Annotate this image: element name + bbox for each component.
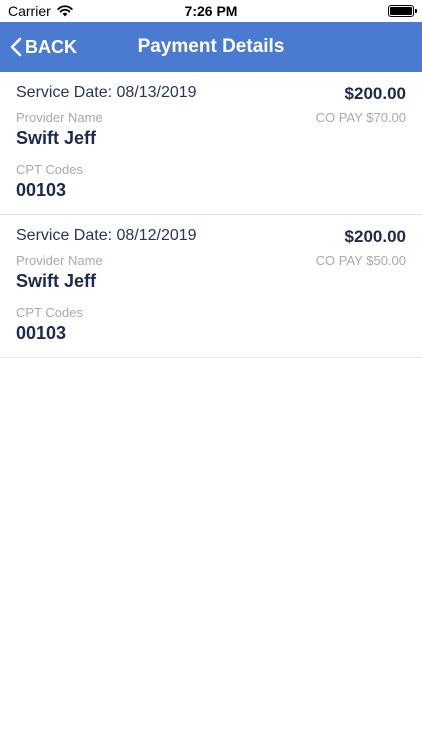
copay-amount: CO PAY $50.00 (315, 253, 406, 268)
status-time: 7:26 PM (184, 3, 238, 19)
copay-amount: CO PAY $70.00 (315, 110, 406, 125)
status-bar: Carrier 7:26 PM (0, 0, 422, 22)
back-button[interactable]: BACK (10, 22, 77, 72)
cpt-codes-label: CPT Codes (16, 162, 83, 177)
cpt-code: 00103 (16, 323, 67, 343)
payment-list: Service Date: 08/13/2019 $200.00 Provide… (0, 72, 422, 358)
nav-bar: BACK Payment Details (0, 22, 422, 72)
battery-icon (388, 5, 417, 17)
provider-name-label: Provider Name (16, 110, 103, 125)
service-date: Service Date: 08/12/2019 (16, 227, 197, 244)
cpt-codes-label: CPT Codes (16, 305, 83, 320)
chevron-left-icon (10, 37, 22, 57)
provider-name-label: Provider Name (16, 253, 103, 268)
provider-name: Swift Jeff (16, 128, 97, 148)
back-label: BACK (25, 36, 77, 57)
payment-card[interactable]: Service Date: 08/12/2019 $200.00 Provide… (0, 215, 422, 358)
payment-card[interactable]: Service Date: 08/13/2019 $200.00 Provide… (0, 72, 422, 215)
provider-name: Swift Jeff (16, 271, 97, 291)
service-date: Service Date: 08/13/2019 (16, 84, 197, 101)
payment-amount: $200.00 (344, 84, 406, 103)
cpt-code: 00103 (16, 180, 67, 200)
payment-amount: $200.00 (344, 227, 406, 246)
